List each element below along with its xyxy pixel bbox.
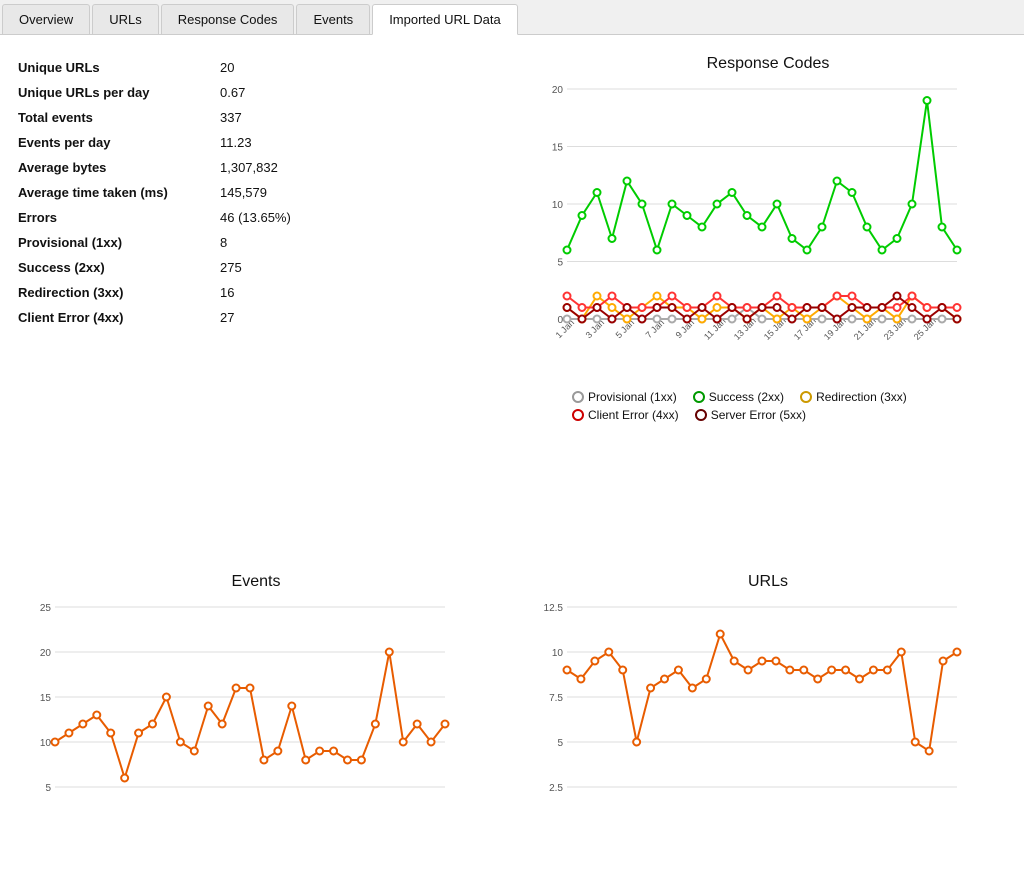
response-codes-svg: 051015201 Jan3 Jan5 Jan7 Jan9 Jan11 Jan1… [522,79,982,379]
table-row: Client Error (4xx)27 [10,305,512,330]
table-row: Errors46 (13.65%) [10,205,512,230]
urls-chart: 2.5 5 7.5 10 12.5 [522,597,1014,830]
stat-label: Client Error (4xx) [10,305,210,330]
stat-label: Events per day [10,130,210,155]
legend-label: Client Error (4xx) [588,408,679,422]
table-row: Average bytes1,307,832 [10,155,512,180]
legend-item: Redirection (3xx) [800,390,907,404]
stat-value: 27 [210,305,512,330]
events-chart: 5 10 15 20 25 [10,597,502,830]
response-codes-title: Response Codes [522,55,1014,73]
table-row: Events per day11.23 [10,130,512,155]
stat-value: 20 [210,55,512,80]
legend-dot [693,391,705,403]
svg-text:20: 20 [552,85,564,96]
svg-text:12.5: 12.5 [544,603,564,614]
stat-label: Unique URLs per day [10,80,210,105]
stat-label: Provisional (1xx) [10,230,210,255]
legend-dot [572,391,584,403]
tab-events[interactable]: Events [296,4,370,34]
urls-svg: 2.5 5 7.5 10 12.5 [522,597,982,827]
table-row: Total events337 [10,105,512,130]
svg-text:2.5: 2.5 [549,783,563,794]
legend-item: Success (2xx) [693,390,784,404]
stat-value: 1,307,832 [210,155,512,180]
stat-value: 145,579 [210,180,512,205]
tab-bar: Overview URLs Response Codes Events Impo… [0,0,1024,35]
stat-value: 337 [210,105,512,130]
legend-label: Server Error (5xx) [711,408,806,422]
svg-text:20: 20 [40,648,52,659]
legend-item: Server Error (5xx) [695,408,806,422]
events-panel: Events 5 10 15 20 25 [0,563,512,878]
table-row: Average time taken (ms)145,579 [10,180,512,205]
stat-value: 11.23 [210,130,512,155]
legend-label: Provisional (1xx) [588,390,677,404]
table-row: Unique URLs per day0.67 [10,80,512,105]
table-row: Success (2xx)275 [10,255,512,280]
stat-value: 0.67 [210,80,512,105]
svg-text:10: 10 [40,738,52,749]
svg-text:10: 10 [552,648,564,659]
response-codes-legend: Provisional (1xx) Success (2xx) Redirectio… [522,390,1014,422]
table-row: Unique URLs20 [10,55,512,80]
stats-scroll[interactable]: Unique URLs20Unique URLs per day0.67Tota… [10,55,512,515]
svg-text:5: 5 [557,258,563,269]
tab-urls[interactable]: URLs [92,4,159,34]
main-content: Unique URLs20Unique URLs per day0.67Tota… [0,35,1024,877]
legend-label: Redirection (3xx) [816,390,907,404]
svg-text:10: 10 [552,200,564,211]
stats-table: Unique URLs20Unique URLs per day0.67Tota… [10,55,512,330]
table-row: Redirection (3xx)16 [10,280,512,305]
response-codes-chart: 051015201 Jan3 Jan5 Jan7 Jan9 Jan11 Jan1… [522,79,1014,382]
response-codes-panel: Response Codes 051015201 Jan3 Jan5 Jan7 … [512,45,1024,563]
tab-imported-url-data[interactable]: Imported URL Data [372,4,518,35]
svg-text:7.5: 7.5 [549,693,563,704]
stat-label: Success (2xx) [10,255,210,280]
legend-dot [572,409,584,421]
stat-value: 275 [210,255,512,280]
legend-label: Success (2xx) [709,390,784,404]
stat-label: Errors [10,205,210,230]
svg-text:5: 5 [45,783,51,794]
tab-overview[interactable]: Overview [2,4,90,34]
events-svg: 5 10 15 20 25 [10,597,470,827]
legend-dot [695,409,707,421]
urls-panel: URLs 2.5 5 7.5 10 12.5 [512,563,1024,878]
legend-dot [800,391,812,403]
stat-value: 16 [210,280,512,305]
stat-label: Unique URLs [10,55,210,80]
stat-label: Average bytes [10,155,210,180]
stat-value: 46 (13.65%) [210,205,512,230]
stat-label: Average time taken (ms) [10,180,210,205]
stat-label: Total events [10,105,210,130]
legend-item: Client Error (4xx) [572,408,679,422]
svg-text:15: 15 [552,143,564,154]
svg-text:25: 25 [40,603,52,614]
svg-text:15: 15 [40,693,52,704]
events-title: Events [10,573,502,591]
table-row: Provisional (1xx)8 [10,230,512,255]
stat-label: Redirection (3xx) [10,280,210,305]
stats-panel: Unique URLs20Unique URLs per day0.67Tota… [0,45,512,563]
legend-item: Provisional (1xx) [572,390,677,404]
urls-title: URLs [522,573,1014,591]
stat-value: 8 [210,230,512,255]
tab-response-codes[interactable]: Response Codes [161,4,295,34]
svg-text:5: 5 [557,738,563,749]
